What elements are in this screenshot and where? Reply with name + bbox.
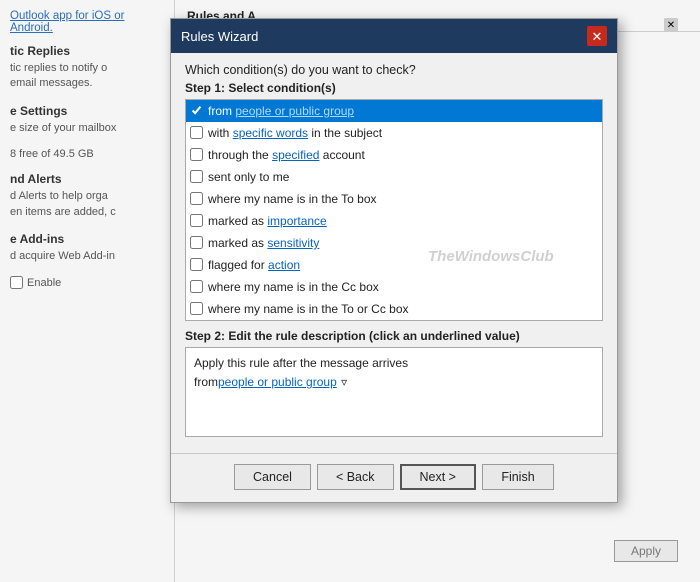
condition-checkbox[interactable] [190,148,203,161]
condition-text: where my name is in the To or Cc box [208,300,409,318]
condition-link[interactable]: sensitivity [267,236,319,250]
condition-checkbox[interactable] [190,280,203,293]
back-button[interactable]: < Back [317,464,394,490]
dialog-body: Which condition(s) do you want to check?… [171,53,617,447]
condition-checkbox[interactable] [190,214,203,227]
step2-from-link[interactable]: people or public group [218,375,337,389]
condition-text: where my name is in the To box [208,190,377,208]
step1-label: Step 1: Select condition(s) [185,81,603,95]
condition-item[interactable]: marked as importance [186,210,602,232]
condition-item[interactable]: sent only to me [186,166,602,188]
condition-checkbox[interactable] [190,236,203,249]
step2-line1: Apply this rule after the message arrive… [194,356,408,370]
bg-enable-checkbox[interactable] [10,276,23,289]
condition-checkbox[interactable] [190,126,203,139]
bg-addins-title: e Add-ins [10,232,164,246]
bg-settings-title: e Settings [10,104,164,118]
dialog-close-button[interactable]: ✕ [587,26,607,46]
step2-label: Step 2: Edit the rule description (click… [185,329,603,343]
bg-addins-text: d acquire Web Add-in [10,249,164,264]
condition-link[interactable]: specified [272,148,319,162]
condition-item[interactable]: from people or public group [186,100,602,122]
condition-item[interactable]: where my name is in the Cc box [186,276,602,298]
condition-item[interactable]: where my name is in the To box [186,188,602,210]
cursor-icon: ▿ [341,373,347,392]
outlook-link[interactable]: Outlook app for iOS or Android. [10,10,164,34]
condition-link[interactable]: specific words [233,126,308,140]
condition-link[interactable]: people or public group [235,104,354,118]
condition-checkbox[interactable] [190,192,203,205]
condition-checkbox[interactable] [190,302,203,315]
condition-text: where my name is in the Cc box [208,278,379,296]
condition-item[interactable]: where my name is in the To or Cc box [186,298,602,320]
bg-free-space: 8 free of 49.5 GB [10,148,164,160]
bg-close-icon[interactable]: ✕ [664,18,678,32]
bg-settings-text: e size of your mailbox [10,121,164,136]
condition-text: marked as sensitivity [208,234,319,252]
finish-button[interactable]: Finish [482,464,554,490]
condition-checkbox[interactable] [190,258,203,271]
condition-text: flagged for action [208,256,300,274]
dialog-footer: Cancel < Back Next > Finish [171,453,617,502]
condition-text: through the specified account [208,146,365,164]
condition-text: from people or public group [208,102,354,120]
rules-wizard-dialog: Rules Wizard ✕ Which condition(s) do you… [170,18,618,503]
condition-item[interactable]: flagged for action [186,254,602,276]
bg-alerts-text: d Alerts to help orgaen items are added,… [10,189,164,220]
step2-description-box: Apply this rule after the message arrive… [185,347,603,437]
condition-checkbox[interactable] [190,170,203,183]
bg-apply-button[interactable]: Apply [614,540,678,562]
condition-checkbox[interactable] [190,104,203,117]
condition-link[interactable]: action [268,258,300,272]
next-button[interactable]: Next > [400,464,476,490]
condition-link[interactable]: importance [267,214,326,228]
bg-alerts-title: nd Alerts [10,172,164,186]
condition-item[interactable]: through the specified account [186,144,602,166]
bg-enable-row: Enable [10,276,164,289]
condition-text: sent only to me [208,168,289,186]
cancel-button[interactable]: Cancel [234,464,311,490]
dialog-title: Rules Wizard [181,29,258,44]
bg-enable-label: Enable [27,277,61,289]
bg-atic-replies-text: tic replies to notify oemail messages. [10,61,164,92]
condition-text: marked as importance [208,212,327,230]
outlook-left-panel: Outlook app for iOS or Android. tic Repl… [0,0,175,582]
condition-item[interactable]: where my name is not in the To box [186,320,602,321]
dialog-main-question: Which condition(s) do you want to check? [185,63,603,77]
bg-atic-replies-title: tic Replies [10,44,164,58]
conditions-list[interactable]: TheWindowsClub from people or public gro… [185,99,603,321]
condition-item[interactable]: with specific words in the subject [186,122,602,144]
condition-text: with specific words in the subject [208,124,382,142]
dialog-titlebar: Rules Wizard ✕ [171,19,617,53]
condition-item[interactable]: marked as sensitivity [186,232,602,254]
step2-from-prefix: from [194,375,218,389]
